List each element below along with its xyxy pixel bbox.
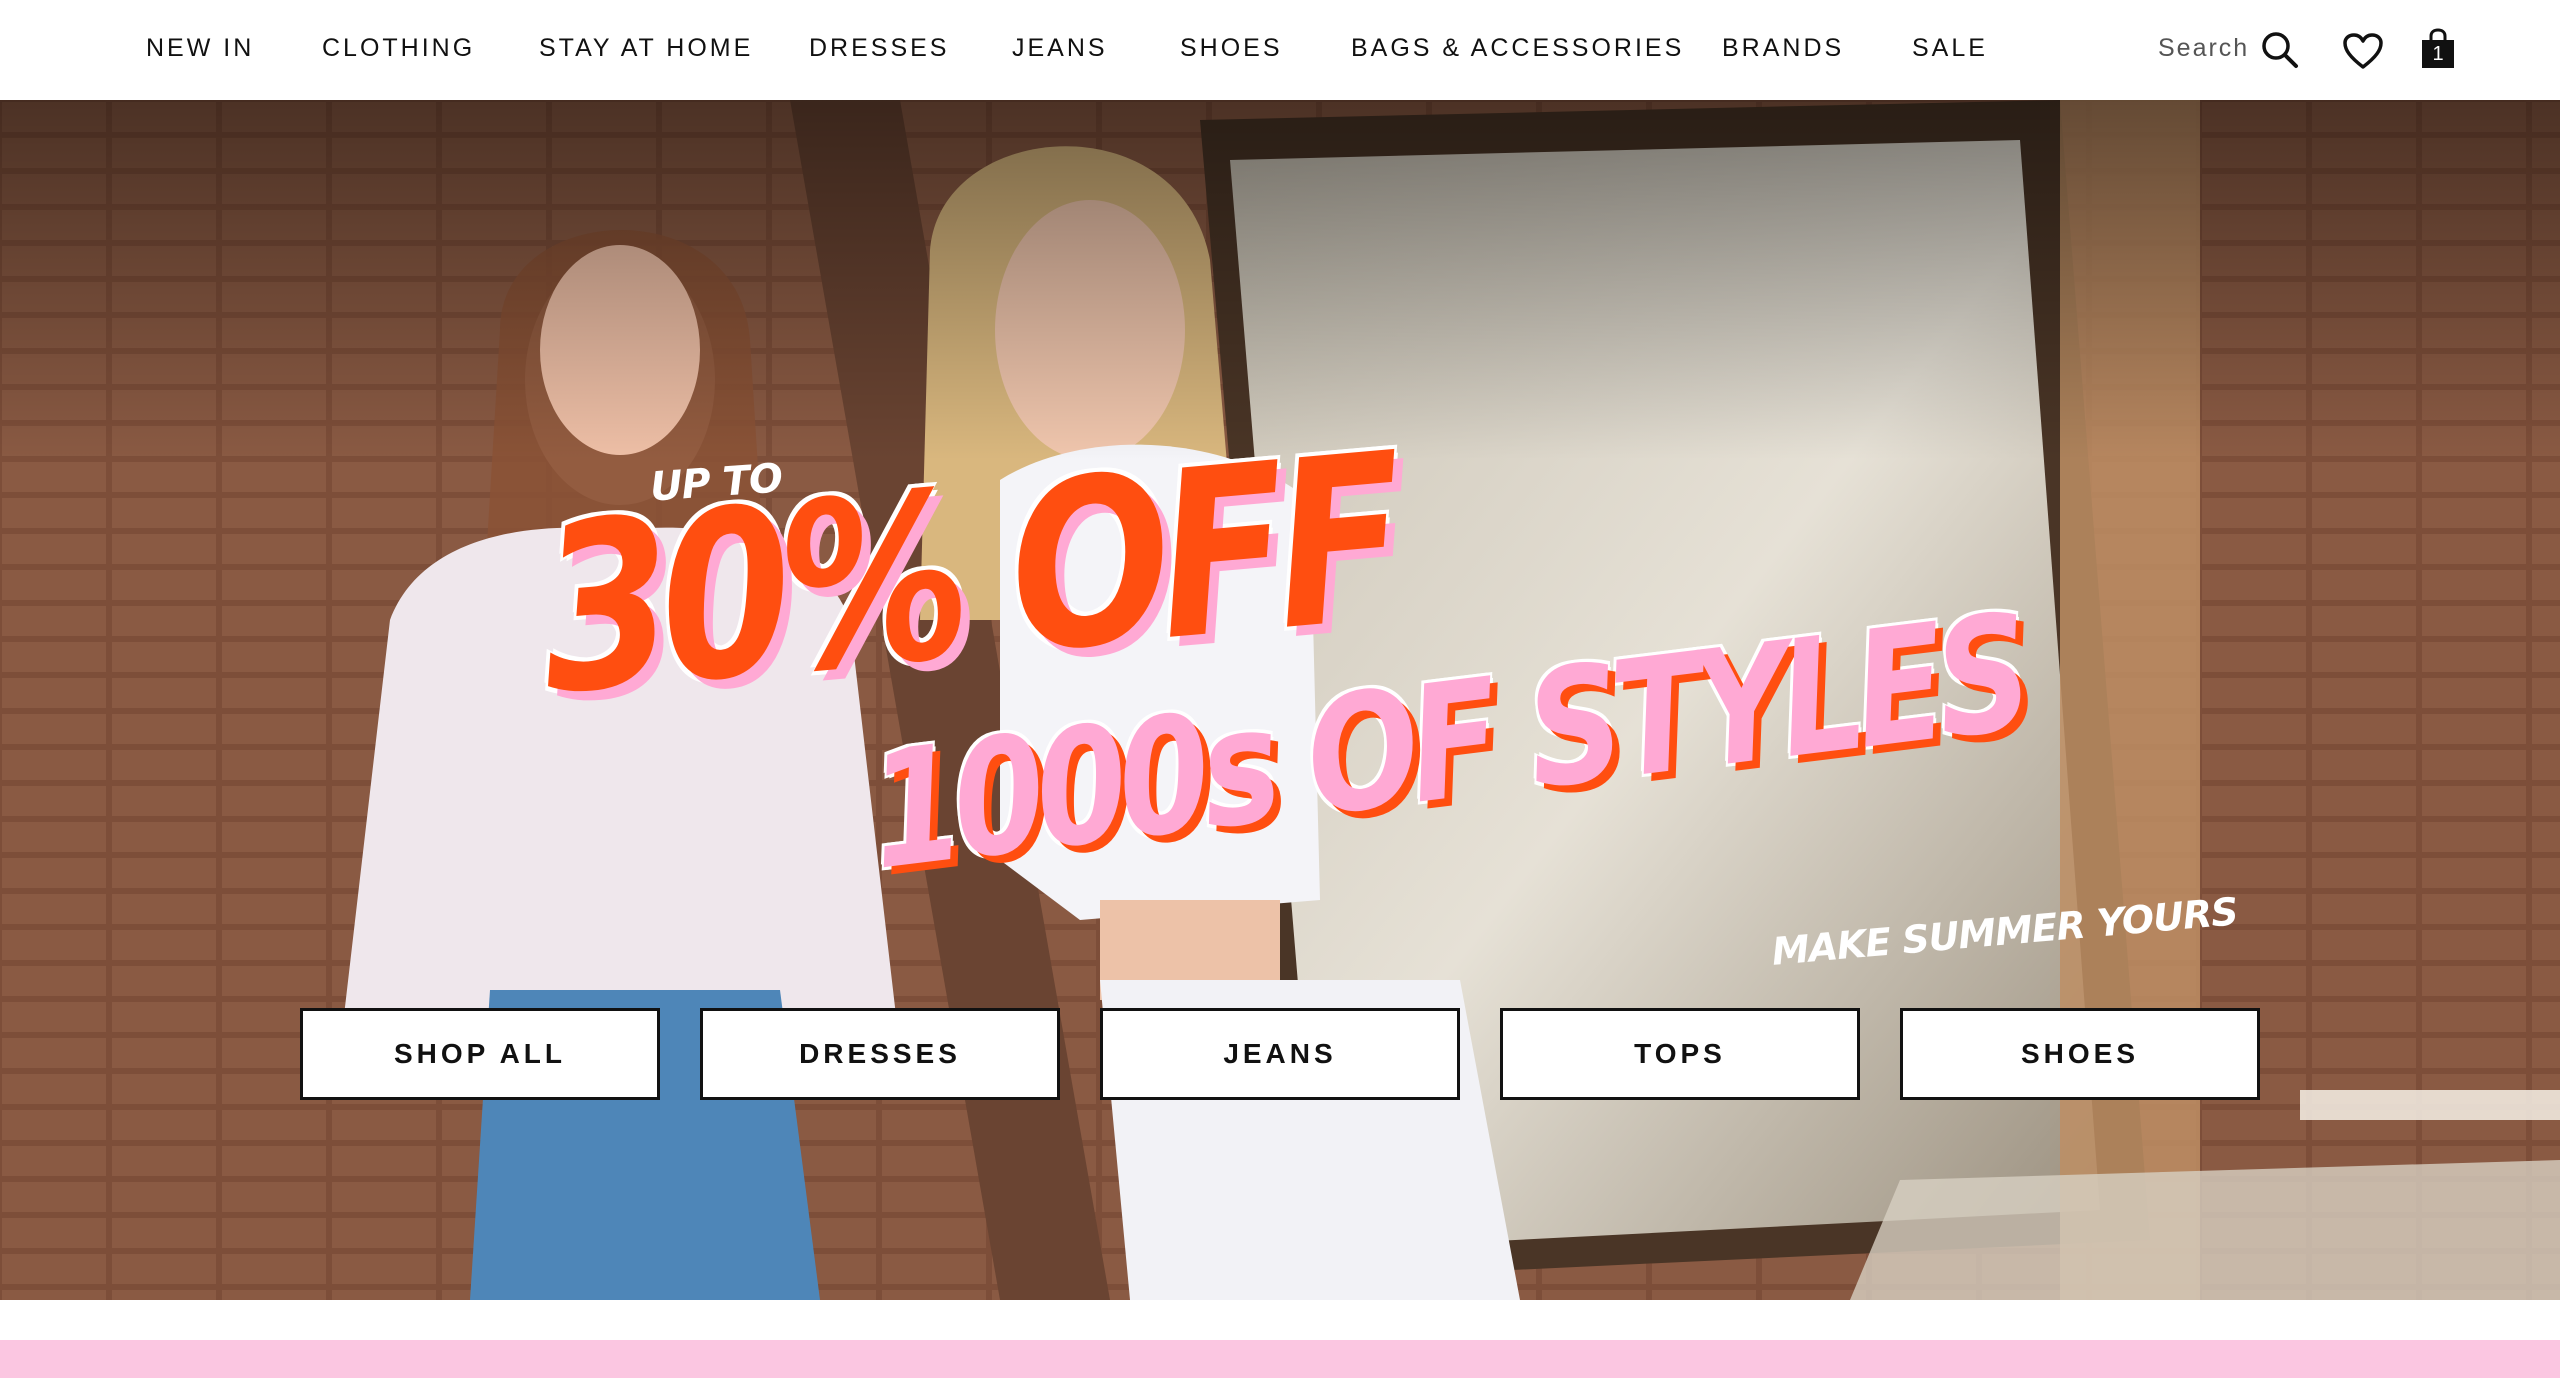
hero-cta-row: SHOP ALL DRESSES JEANS TOPS SHOES (300, 1008, 2260, 1100)
shop-all-button[interactable]: SHOP ALL (300, 1008, 660, 1100)
dresses-button[interactable]: DRESSES (700, 1008, 1060, 1100)
hero-banner[interactable]: UP TO 30% OFF 1000s OF STYLES MAKE SUMME… (0, 100, 2560, 1300)
tops-button[interactable]: TOPS (1500, 1008, 1860, 1100)
nav-item-sale[interactable]: SALE (1912, 34, 1988, 63)
bag-icon[interactable]: 1 (2420, 28, 2456, 70)
nav-item-shoes[interactable]: SHOES (1180, 34, 1283, 63)
nav-item-jeans[interactable]: JEANS (1012, 34, 1108, 63)
nav-item-stay-at-home[interactable]: STAY AT HOME (539, 34, 753, 63)
nav-item-new-in[interactable]: NEW IN (146, 34, 254, 63)
cart-count-badge: 1 (2432, 43, 2444, 65)
promo-strip (0, 1340, 2560, 1378)
nav-item-brands[interactable]: BRANDS (1722, 34, 1844, 63)
shoes-button[interactable]: SHOES (1900, 1008, 2260, 1100)
nav-item-clothing[interactable]: CLOTHING (322, 34, 475, 63)
nav-item-dresses[interactable]: DRESSES (809, 34, 949, 63)
search-icon[interactable] (2260, 30, 2300, 75)
nav-item-bags-accessories[interactable]: BAGS & ACCESSORIES (1351, 34, 1684, 63)
top-navigation: NEW IN CLOTHING STAY AT HOME DRESSES JEA… (0, 0, 2560, 100)
search-label[interactable]: Search (2158, 34, 2249, 63)
heart-icon[interactable] (2342, 32, 2384, 75)
section-gap (0, 1300, 2560, 1340)
jeans-button[interactable]: JEANS (1100, 1008, 1460, 1100)
